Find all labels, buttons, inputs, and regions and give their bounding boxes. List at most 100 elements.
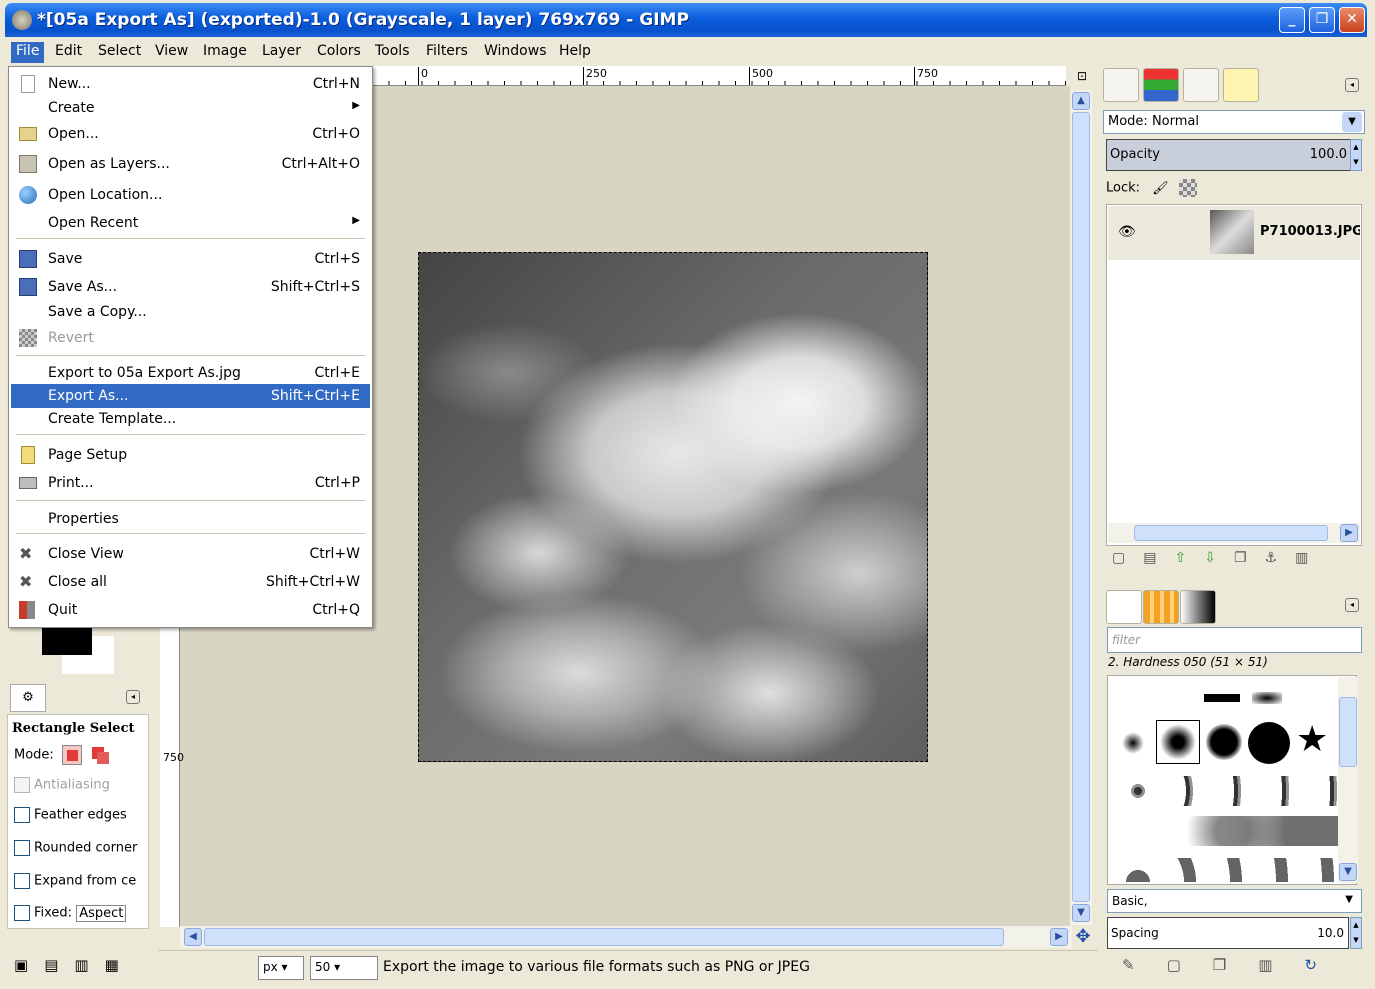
menu-select[interactable]: Select [93, 42, 146, 63]
lock-alpha-icon[interactable] [1178, 179, 1197, 197]
brush-preview[interactable] [1206, 724, 1242, 760]
brushes-dock-menu-icon[interactable]: ◂ [1345, 598, 1359, 612]
reset-tool-icon[interactable]: ▦ [105, 956, 135, 974]
scroll-down-button[interactable]: ▼ [1072, 904, 1090, 922]
antialiasing-option[interactable]: Antialiasing [14, 777, 110, 793]
restore-button[interactable]: ❐ [1309, 7, 1335, 33]
opacity-slider[interactable]: Opacity 100.0 [1106, 139, 1352, 171]
new-layer-group-icon[interactable]: ▤ [1143, 550, 1174, 566]
mode-replace-icon[interactable] [61, 745, 82, 765]
expand-checkbox[interactable] [14, 873, 30, 889]
foreground-color-swatch[interactable] [42, 627, 92, 655]
menu-item-quit[interactable]: Quit Ctrl+Q [11, 598, 370, 622]
canvas-vertical-scrollbar[interactable]: ▲ ▼ [1070, 90, 1092, 925]
brush-preview[interactable] [1118, 816, 1348, 846]
brush-filter-input[interactable]: filter [1107, 627, 1362, 653]
menu-item-close-view[interactable]: ✖ Close View Ctrl+W [11, 542, 370, 566]
paths-tab-icon[interactable] [1183, 68, 1219, 102]
tool-options-tab-icon[interactable]: ⚙ [10, 684, 46, 712]
brush-preview[interactable] [1252, 692, 1282, 704]
menu-item-open-as-layers[interactable]: Open as Layers... Ctrl+Alt+O [11, 152, 370, 176]
unit-select[interactable]: px ▾ [258, 956, 304, 980]
rounded-checkbox[interactable] [14, 840, 30, 856]
restore-tool-preset-icon[interactable]: ▤ [44, 956, 74, 974]
patterns-tab-icon[interactable] [1143, 590, 1179, 624]
star-brush-icon[interactable]: ★ [1296, 720, 1328, 760]
menu-tools[interactable]: Tools [370, 42, 415, 63]
channels-tab-icon[interactable] [1143, 68, 1179, 102]
zoom-select[interactable]: 50 ▾ [310, 956, 378, 980]
brush-tag-input[interactable]: Basic, ▼ [1107, 889, 1362, 913]
layer-name[interactable]: P7100013.JPG [1260, 224, 1360, 239]
fixed-checkbox[interactable] [14, 905, 30, 921]
tool-options-menu-icon[interactable]: ◂ [126, 690, 140, 704]
fixed-select[interactable]: Aspect [76, 904, 127, 922]
brush-preview[interactable] [1204, 694, 1240, 702]
spacing-slider[interactable]: Spacing 10.0 [1107, 917, 1349, 949]
menu-item-open-location[interactable]: Open Location... [11, 183, 370, 207]
opacity-spinner[interactable]: ▲ ▼ [1350, 139, 1362, 171]
edit-brush-icon[interactable]: ✎ [1122, 956, 1167, 974]
lock-pixels-icon[interactable]: 🖌 [1152, 181, 1169, 196]
brush-preview[interactable] [1118, 858, 1348, 882]
menu-item-new[interactable]: New... Ctrl+N [11, 72, 370, 96]
menu-image[interactable]: Image [198, 42, 252, 63]
menu-file[interactable]: File [11, 42, 45, 63]
menu-help[interactable]: Help [554, 42, 596, 63]
save-tool-preset-icon[interactable]: ▣ [14, 956, 44, 974]
menu-item-create-template[interactable]: Create Template... [11, 407, 370, 431]
delete-tool-preset-icon[interactable]: ▥ [74, 956, 104, 974]
layer-row[interactable]: 👁 P7100013.JPG [1108, 206, 1360, 260]
menu-filters[interactable]: Filters [421, 42, 473, 63]
duplicate-brush-icon[interactable]: ❐ [1213, 956, 1258, 974]
layers-tab-icon[interactable] [1103, 68, 1139, 102]
feather-option[interactable]: Feather edges [14, 807, 127, 823]
image-canvas[interactable] [418, 252, 928, 762]
close-window-button[interactable]: ✕ [1339, 7, 1365, 33]
spacing-spinner[interactable]: ▲ ▼ [1350, 917, 1362, 949]
menu-item-open[interactable]: Open... Ctrl+O [11, 122, 370, 146]
menu-item-save-a-copy[interactable]: Save a Copy... [11, 300, 370, 324]
menu-item-create[interactable]: Create ▶ [11, 96, 370, 120]
menu-item-print[interactable]: Print... Ctrl+P [11, 471, 370, 495]
brush-grid-vscroll[interactable]: ▼ [1338, 677, 1358, 883]
layers-dock-menu-icon[interactable]: ◂ [1345, 78, 1359, 92]
undo-history-tab-icon[interactable] [1223, 68, 1259, 102]
brush-preview[interactable] [1248, 722, 1290, 764]
layer-mode-select[interactable]: Mode: Normal ▼ [1103, 110, 1365, 134]
canvas-horizontal-scrollbar[interactable]: ◀ ▶ [180, 926, 1072, 948]
menu-item-revert[interactable]: Revert [11, 326, 370, 350]
new-brush-icon[interactable]: ▢ [1167, 956, 1213, 974]
brush-grid[interactable]: ★ [1107, 675, 1357, 885]
brush-preview[interactable] [1122, 732, 1144, 754]
raise-layer-icon[interactable]: ⇧ [1174, 550, 1204, 566]
brush-preview[interactable] [1118, 776, 1348, 806]
minimize-button[interactable]: _ [1279, 7, 1305, 33]
layers-hscroll[interactable]: ▶ [1108, 523, 1360, 543]
gradients-tab-icon[interactable] [1180, 590, 1216, 624]
rounded-option[interactable]: Rounded corner [14, 840, 137, 856]
menu-item-close-all[interactable]: ✖ Close all Shift+Ctrl+W [11, 570, 370, 594]
scroll-left-button[interactable]: ◀ [184, 928, 202, 946]
zoom-navigate-icon[interactable]: ⊡ [1072, 66, 1092, 86]
expand-option[interactable]: Expand from ce [14, 873, 136, 889]
brush-preview-selected[interactable] [1156, 720, 1200, 764]
menu-item-save-as[interactable]: Save As... Shift+Ctrl+S [11, 275, 370, 299]
feather-checkbox[interactable] [14, 807, 30, 823]
menu-edit[interactable]: Edit [50, 42, 87, 63]
fixed-option[interactable]: Fixed: Aspect [14, 904, 127, 922]
menu-item-export-as[interactable]: Export As... Shift+Ctrl+E [11, 384, 370, 408]
menu-colors[interactable]: Colors [312, 42, 366, 63]
antialiasing-checkbox[interactable] [14, 777, 30, 793]
menu-windows[interactable]: Windows [479, 42, 552, 63]
anchor-layer-icon[interactable]: ⚓ [1265, 550, 1296, 566]
navigate-icon[interactable]: ✥ [1072, 926, 1094, 948]
menu-item-open-recent[interactable]: Open Recent ▶ [11, 211, 370, 235]
menu-item-export-to[interactable]: Export to 05a Export As.jpg Ctrl+E [11, 361, 370, 385]
refresh-brushes-icon[interactable]: ↻ [1304, 956, 1349, 974]
brushes-tab-icon[interactable] [1106, 590, 1142, 624]
lower-layer-icon[interactable]: ⇩ [1204, 550, 1234, 566]
menu-view[interactable]: View [150, 42, 193, 63]
scroll-down-button[interactable]: ▼ [1339, 863, 1357, 881]
scroll-right-button[interactable]: ▶ [1340, 524, 1358, 542]
